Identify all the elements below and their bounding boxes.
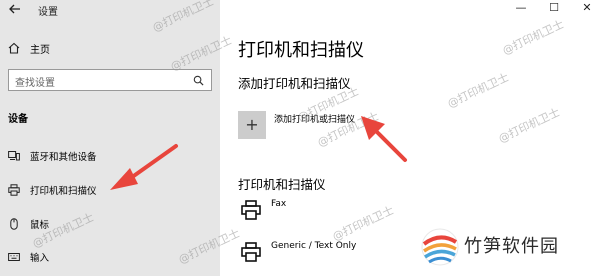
sidebar-item-input[interactable]: 输入 (0, 245, 220, 269)
sidebar-item-label: 鼠标 (30, 220, 50, 231)
sidebar-item-label: 打印机和扫描仪 (30, 186, 97, 197)
maximize-button[interactable]: ☐ (543, 1, 565, 15)
mouse-icon (10, 218, 18, 230)
add-printer-button[interactable]: + (238, 111, 266, 139)
page-title: 打印机和扫描仪 (238, 40, 364, 61)
watermark: @打印机卫士 (500, 17, 566, 58)
brand-logo: 竹笋软件园 (414, 222, 600, 276)
search-placeholder: 查找设置 (15, 78, 55, 89)
home-nav-item[interactable]: 主页 (8, 40, 50, 56)
printer-icon (8, 184, 20, 196)
logo-text: 竹笋软件园 (464, 236, 559, 257)
sidebar-item-bluetooth[interactable]: 蓝牙和其他设备 (0, 144, 220, 168)
logo-mark-icon (421, 228, 459, 266)
watermark: @打印机卫士 (445, 70, 511, 111)
printers-list-heading: 打印机和扫描仪 (238, 177, 326, 192)
back-button[interactable] (8, 2, 26, 18)
close-button[interactable]: ✕ (576, 1, 598, 15)
settings-sidebar: 设置 主页 查找设置 设备 蓝牙和其他设备 打印机和扫描仪 鼠标 输入 (0, 0, 220, 276)
minimize-button[interactable]: — (510, 1, 532, 15)
home-label: 主页 (30, 44, 50, 56)
plus-icon: + (245, 115, 259, 134)
printer-icon (241, 200, 261, 220)
back-arrow-icon (9, 4, 20, 14)
add-section-heading: 添加打印机和扫描仪 (238, 76, 351, 91)
sidebar-item-label: 输入 (30, 253, 50, 264)
add-printer-label[interactable]: 添加打印机或扫描仪 (274, 112, 355, 125)
bluetooth-devices-icon (8, 151, 20, 161)
search-input[interactable]: 查找设置 (8, 69, 212, 91)
sidebar-item-mouse[interactable]: 鼠标 (0, 212, 220, 236)
printer-label: Generic / Text Only (271, 241, 357, 251)
keyboard-icon (8, 253, 20, 261)
app-title: 设置 (38, 7, 58, 18)
home-icon (8, 42, 20, 54)
annotation-arrow (361, 116, 407, 162)
sidebar-item-printers[interactable]: 打印机和扫描仪 (0, 178, 220, 202)
watermark: @打印机卫士 (496, 105, 562, 146)
sidebar-item-label: 蓝牙和其他设备 (30, 152, 97, 163)
search-icon (193, 75, 204, 86)
printer-icon (241, 242, 261, 262)
printer-label: Fax (271, 199, 287, 209)
section-heading: 设备 (8, 114, 28, 125)
